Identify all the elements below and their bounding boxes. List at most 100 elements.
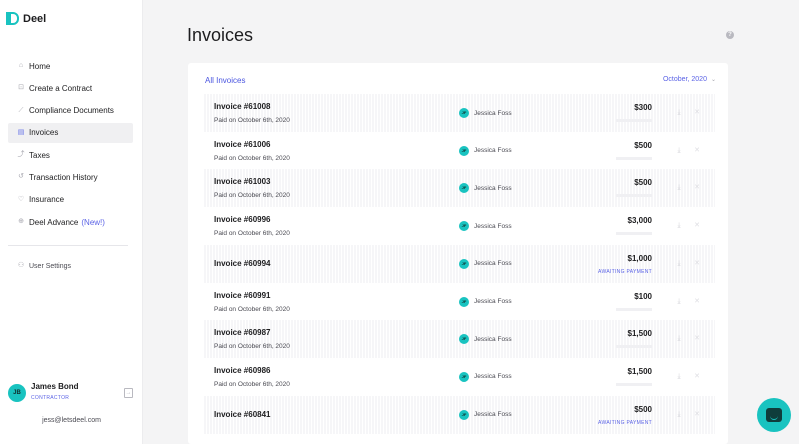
sidebar-item-invoices[interactable]: ▤ Invoices — [8, 122, 133, 143]
user-name: James Bond — [31, 382, 79, 391]
status-badge: AWAITING PAYMENT — [598, 419, 652, 426]
chat-button[interactable] — [757, 398, 791, 432]
sidebar-item-label: Home — [29, 61, 51, 71]
invoice-number: Invoice #61003 — [214, 177, 271, 187]
sidebar-item-compliance-documents[interactable]: ⟋ Compliance Documents — [8, 101, 133, 121]
chevron-down-icon: ⌄ — [710, 77, 716, 83]
invoice-number: Invoice #60841 — [214, 409, 271, 419]
invoice-number: Invoice #60994 — [214, 258, 271, 268]
help-icon[interactable]: ? — [726, 31, 734, 39]
table-row[interactable]: Invoice #60994 JF Jessica Foss $1,000 AWAITI… — [204, 244, 715, 283]
taxes-icon: ⤴ — [17, 151, 25, 159]
sidebar-item-home[interactable]: ⌂ Home — [8, 56, 133, 76]
payer-avatar: JF — [459, 108, 469, 118]
status-placeholder — [616, 307, 652, 311]
payer-name: Jessica Foss — [474, 298, 512, 305]
invoice-amount: $100 — [634, 291, 652, 301]
download-icon[interactable]: ⤓ — [675, 184, 683, 192]
delete-icon[interactable]: ✕ — [693, 109, 701, 117]
table-row[interactable]: Invoice #61006 Paid on October 6th, 2020 J… — [204, 132, 715, 170]
page-title: Invoices — [187, 25, 254, 45]
delete-icon[interactable]: ✕ — [693, 147, 701, 155]
payer-name: Jessica Foss — [474, 147, 512, 155]
home-icon: ⌂ — [18, 62, 24, 69]
invoice-amount: $500 — [634, 140, 652, 150]
download-icon[interactable]: ⤓ — [675, 109, 683, 117]
sidebar-item-label: Deel Advance — [29, 217, 79, 227]
table-row[interactable]: Invoice #60991 Paid on October 6th, 2020 J… — [204, 283, 715, 321]
app-name: Deel — [23, 12, 47, 25]
status-badge: AWAITING PAYMENT — [598, 268, 652, 275]
download-icon[interactable]: ⤓ — [675, 222, 683, 230]
history-icon: ↺ — [18, 173, 24, 181]
payer-avatar: JF — [459, 334, 469, 345]
contract-icon: ⊡ — [18, 84, 24, 92]
sidebar-item-label: Taxes — [29, 150, 50, 160]
invoice-payer: JF Jessica Foss — [459, 371, 512, 382]
delete-icon[interactable]: ✕ — [693, 335, 701, 343]
status-placeholder — [616, 119, 652, 122]
sidebar-item-label: User Settings — [29, 262, 72, 270]
invoice-payer: JF Jessica Foss — [459, 296, 512, 307]
sidebar-item-deel-advance[interactable]: ⊕ Deel Advance (New!) — [8, 212, 133, 232]
sidebar-nav: ⌂ Home ⊡ Create a Contract ⟋ Compliance Docum… — [8, 56, 133, 234]
delete-icon[interactable]: ✕ — [693, 298, 701, 306]
sidebar-item-user-settings[interactable]: ⚇ User Settings — [17, 262, 71, 270]
sidebar-item-create-a-contract[interactable]: ⊡ Create a Contract — [8, 78, 133, 98]
invoice-payer: JF Jessica Foss — [459, 108, 512, 118]
sidebar-item-insurance[interactable]: ♡ Insurance — [8, 190, 133, 210]
document-icon: ⟋ — [18, 106, 24, 114]
download-icon[interactable]: ⤓ — [675, 147, 683, 155]
deel-logo[interactable]: Deel — [6, 12, 47, 25]
month-select-value: October, 2020 — [662, 76, 707, 83]
payer-avatar: JF — [459, 258, 469, 269]
sidebar-item-label: Transaction History — [29, 172, 98, 182]
user-email: jess@letsdeel.com — [42, 417, 101, 424]
invoice-amount: $3,000 — [627, 216, 652, 226]
invoice-amount: $500 — [634, 404, 652, 414]
deel-logo-icon — [6, 12, 19, 25]
delete-icon[interactable]: ✕ — [693, 411, 701, 419]
invoice-amount: $1,500 — [627, 366, 652, 376]
download-icon[interactable]: ⤓ — [675, 373, 683, 381]
invoice-payer: JF Jessica Foss — [459, 258, 512, 269]
payer-name: Jessica Foss — [474, 411, 512, 419]
table-row[interactable]: Invoice #61003 Paid on October 6th, 2020 J… — [204, 169, 715, 208]
status-placeholder — [616, 382, 652, 386]
payer-name: Jessica Foss — [474, 184, 512, 192]
user-icon: ⚇ — [17, 262, 25, 269]
invoice-number: Invoice #61008 — [214, 102, 271, 111]
user-role: CONTRACTOR — [31, 395, 70, 401]
new-badge: (New!) — [81, 217, 105, 227]
invoice-number: Invoice #60987 — [214, 328, 271, 338]
payer-avatar: JF — [459, 145, 469, 156]
tab-all-invoices[interactable]: All Invoices — [205, 76, 245, 85]
download-icon[interactable]: ⤓ — [675, 335, 683, 343]
payer-avatar: JF — [459, 409, 469, 420]
delete-icon[interactable]: ✕ — [693, 222, 701, 230]
table-row[interactable]: Invoice #60986 Paid on October 6th, 2020 J… — [204, 358, 715, 396]
table-row[interactable]: Invoice #60996 Paid on October 6th, 2020 J… — [204, 207, 715, 245]
invoice-paid-date: Paid on October 6th, 2020 — [214, 192, 290, 200]
table-row[interactable]: Invoice #60987 Paid on October 6th, 2020 J… — [204, 320, 715, 359]
invoice-number: Invoice #61006 — [214, 139, 271, 149]
invoice-payer: JF Jessica Foss — [459, 409, 512, 420]
avatar[interactable]: JB — [8, 384, 26, 402]
download-icon[interactable]: ⤓ — [675, 411, 683, 419]
invoice-paid-date: Paid on October 6th, 2020 — [214, 305, 290, 313]
table-row[interactable]: Invoice #60841 JF Jessica Foss $500 AWAITING… — [204, 395, 715, 434]
payer-name: Jessica Foss — [474, 373, 512, 381]
delete-icon[interactable]: ✕ — [693, 184, 701, 192]
download-icon[interactable]: ⤓ — [675, 260, 683, 268]
sidebar-item-transaction-history[interactable]: ↺ Transaction History — [8, 167, 133, 187]
advance-icon: ⊕ — [18, 218, 24, 226]
delete-icon[interactable]: ✕ — [693, 260, 701, 268]
logout-icon[interactable]: → — [124, 388, 133, 398]
delete-icon[interactable]: ✕ — [693, 373, 701, 381]
download-icon[interactable]: ⤓ — [675, 298, 683, 306]
invoice-payer: JF Jessica Foss — [459, 221, 512, 232]
table-row[interactable]: Invoice #61008 Paid on October 6th, 2020 J… — [204, 94, 715, 132]
payer-name: Jessica Foss — [474, 335, 512, 343]
month-select[interactable]: October, 2020 ⌄ — [663, 76, 716, 83]
sidebar-item-taxes[interactable]: ⤴ Taxes — [8, 145, 133, 165]
